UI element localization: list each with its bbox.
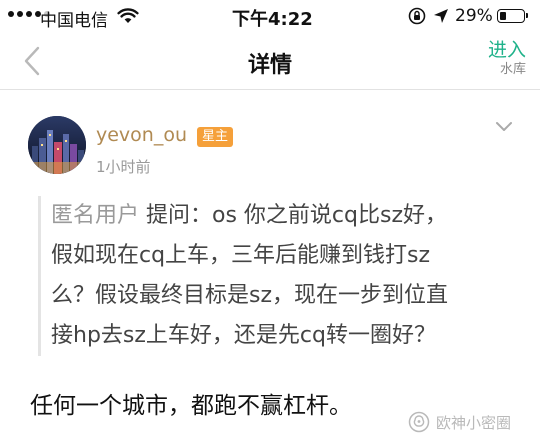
navigation-bar: 详情 进入 水库 — [0, 34, 540, 90]
clock: 下午4:22 — [232, 9, 313, 30]
ask-prefix: 提问： — [139, 203, 213, 228]
avatar-image — [28, 116, 86, 174]
question-text: os 你之前说cq比sz好， — [212, 203, 448, 228]
question-line: 么？假设最终目标是sz，现在一步到位直 — [51, 283, 449, 308]
carrier-name: 中国电信 — [40, 11, 108, 31]
group-name-label: 水库 — [499, 62, 526, 77]
answer-text: 任何一个城市，都跑不赢杠杆。 — [30, 393, 352, 419]
battery-icon — [497, 9, 528, 23]
question-line: 匿名用户 提问：os 你之前说cq比sz好， — [51, 196, 508, 236]
anonymous-user-label: 匿名用户 — [51, 203, 140, 228]
chevron-down-icon[interactable] — [494, 120, 514, 134]
watermark: 欧神小密圈 — [408, 411, 511, 433]
watermark-text: 欧神小密圈 — [436, 413, 512, 432]
location-icon — [434, 9, 448, 23]
question-line: 接hp去sz上车好，还是先cq转一圈好？ — [51, 323, 436, 348]
owner-badge: 星主 — [197, 127, 234, 147]
enter-button-label: 进入 — [487, 39, 526, 61]
username-link[interactable]: yevon_ou — [96, 124, 187, 146]
post-timestamp: 1小时前 — [96, 158, 151, 176]
question-quote: 匿名用户 提问：os 你之前说cq比sz好， 假如现在cq上车，三年后能赚到钱打… — [38, 196, 508, 356]
avatar[interactable] — [28, 116, 86, 174]
wifi-icon — [117, 8, 139, 23]
page-title: 详情 — [247, 53, 292, 78]
battery-percentage: 29% — [455, 6, 493, 26]
orientation-lock-icon — [408, 7, 426, 25]
battery-level-fill — [500, 12, 506, 20]
enter-group-button[interactable]: 进入 水库 — [488, 38, 526, 78]
status-bar: 中国电信 下午4:22 29% — [0, 0, 540, 34]
detail-page: 中国电信 下午4:22 29% 详情 进入 水库 yevon_ou 星主 1小时… — [0, 0, 540, 447]
wechat-official-account-icon — [408, 411, 430, 433]
question-line: 假如现在cq上车，三年后能赚到钱打sz — [51, 243, 431, 268]
